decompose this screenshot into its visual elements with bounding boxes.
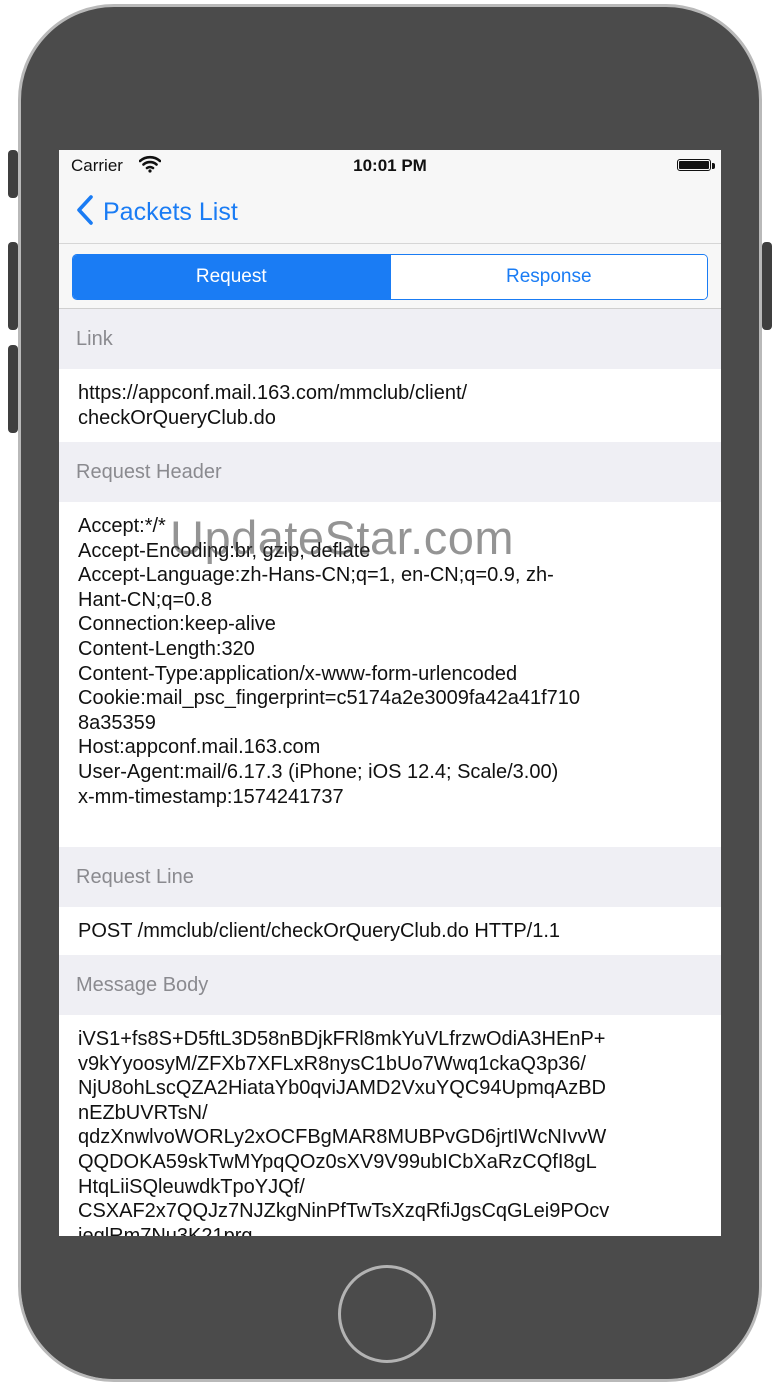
- header-line: Connection:keep-alive: [78, 613, 276, 636]
- header-line: Hant-CN;q=0.8: [78, 588, 212, 611]
- section-header-message-body: Message Body: [59, 955, 721, 1015]
- message-body-value[interactable]: iVS1+fs8S+D5ftL3D58nBDjkFRl8mkYuVLfrzwOd…: [59, 1015, 721, 1236]
- link-value[interactable]: https://appconf.mail.163.com/mmclub/clie…: [59, 369, 721, 442]
- battery-level: [679, 161, 709, 169]
- screen: Carrier 10:01 PM Packets List Request Re…: [59, 150, 721, 1236]
- header-line: Accept:*/*: [78, 515, 166, 537]
- section-header-request-header: Request Header: [59, 442, 721, 502]
- header-line: Accept-Language:zh-Hans-CN;q=1, en-CN;q=…: [78, 564, 554, 587]
- status-bar: Carrier 10:01 PM: [59, 150, 721, 180]
- body-line: nEZbUVRTsN/: [78, 1101, 208, 1124]
- header-line: x-mm-timestamp:1574241737: [78, 785, 344, 808]
- segment-container: Request Response: [59, 244, 721, 309]
- body-line: v9kYyoosyM/ZFXb7XFLxR8nysC1bUo7Wwq1ckaQ3…: [78, 1052, 586, 1075]
- header-line: Accept-Encoding:br, gzip, deflate: [78, 539, 371, 562]
- header-line: Cookie:mail_psc_fingerprint=c5174a2e3009…: [78, 687, 581, 710]
- link-line: checkOrQueryClub.do: [78, 406, 276, 429]
- volume-down-button: [8, 345, 18, 433]
- request-response-segmented-control: Request Response: [72, 254, 708, 300]
- segment-request[interactable]: Request: [73, 255, 390, 299]
- back-button[interactable]: Packets List: [75, 194, 238, 230]
- header-line: Content-Length:320: [78, 637, 255, 660]
- body-line: CSXAF2x7QQJz7NJZkgNinPfTwTsXzqRfiJgsCqGL…: [78, 1200, 610, 1223]
- section-header-link: Link: [59, 309, 721, 369]
- body-line: ieqlRm7Nu3K21prg: [78, 1224, 253, 1236]
- clock: 10:01 PM: [353, 156, 427, 175]
- back-button-label: Packets List: [103, 197, 238, 226]
- request-header-value[interactable]: Accept:*/* Accept-Encoding:br, gzip, def…: [59, 502, 721, 847]
- navigation-bar: Packets List: [59, 180, 721, 244]
- body-line: QQDOKA59skTwMYpqQOz0sXV9V99ubICbXaRzCQfI…: [78, 1150, 597, 1173]
- body-line: iVS1+fs8S+D5ftL3D58nBDjkFRl8mkYuVLfrzwOd…: [78, 1028, 606, 1050]
- battery-tip: [712, 163, 715, 169]
- mute-switch: [8, 150, 18, 198]
- body-line: qdzXnwlvoWORLy2xOCFBgMAR8MUBPvGD6jrtIWcN…: [78, 1126, 607, 1149]
- header-line: 8a35359: [78, 711, 156, 734]
- volume-up-button: [8, 242, 18, 330]
- header-line: Host:appconf.mail.163.com: [78, 736, 321, 759]
- segment-response[interactable]: Response: [389, 255, 707, 299]
- battery-icon: [677, 159, 711, 171]
- body-line: HtqLiiSQleuwdkTpoYJQf/: [78, 1175, 305, 1198]
- body-line: NjU8ohLscQZA2HiataYb0qviJAMD2VxuYQC94Upm…: [78, 1077, 606, 1100]
- request-line-value[interactable]: POST /mmclub/client/checkOrQueryClub.do …: [59, 907, 721, 955]
- request-line-text: POST /mmclub/client/checkOrQueryClub.do …: [78, 920, 561, 942]
- power-button: [762, 242, 772, 330]
- chevron-left-icon: [75, 194, 95, 231]
- home-button[interactable]: [338, 1265, 436, 1363]
- header-line: Content-Type:application/x-www-form-urle…: [78, 662, 518, 685]
- header-line: User-Agent:mail/6.17.3 (iPhone; iOS 12.4…: [78, 760, 559, 783]
- link-line: https://appconf.mail.163.com/mmclub/clie…: [78, 382, 468, 404]
- section-header-request-line: Request Line: [59, 847, 721, 907]
